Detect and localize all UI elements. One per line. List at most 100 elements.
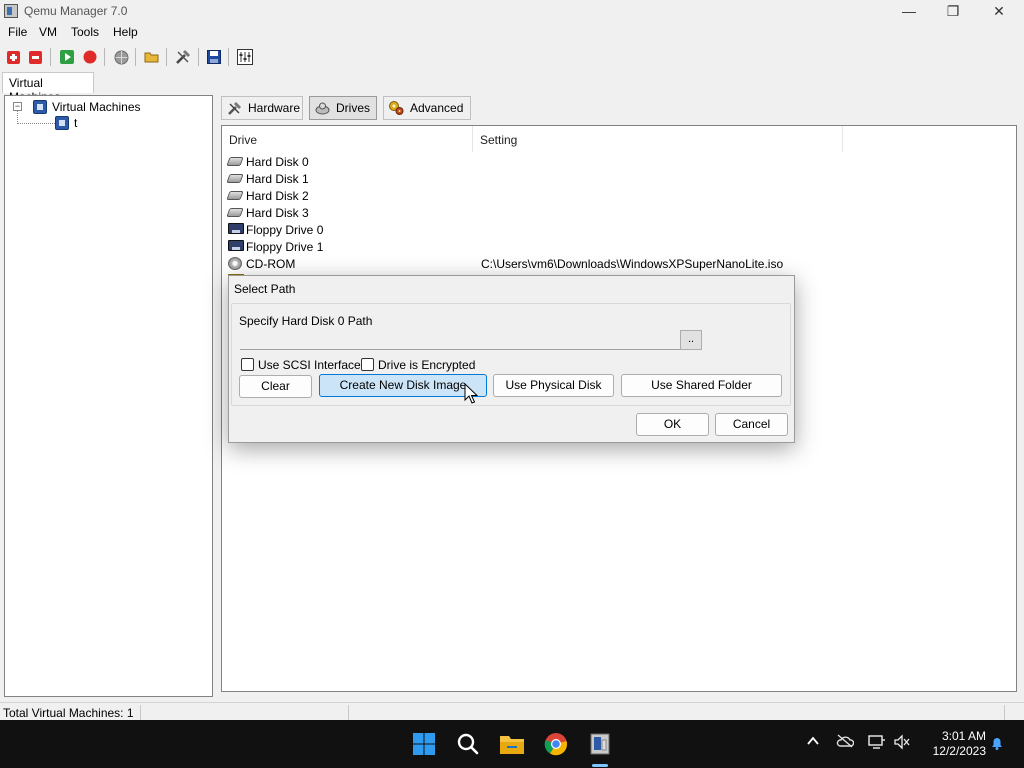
tree-vm-t[interactable]: t — [74, 116, 77, 130]
status-divider — [348, 705, 349, 720]
status-bar: Total Virtual Machines: 1 — [0, 702, 1024, 721]
status-divider — [140, 705, 141, 720]
tab-advanced[interactable]: Advanced — [383, 96, 471, 120]
volume-muted-icon[interactable] — [893, 734, 911, 753]
system-clock[interactable]: 3:01 AM 12/2/2023 — [920, 729, 986, 759]
menu-tools[interactable]: Tools — [71, 25, 99, 39]
add-vm-icon[interactable] — [2, 46, 24, 68]
onedrive-icon[interactable] — [836, 734, 855, 751]
floppy-icon — [228, 223, 244, 234]
chevron-up-icon[interactable] — [806, 734, 820, 751]
drives-icon — [314, 100, 330, 116]
file-explorer-icon[interactable] — [498, 730, 526, 758]
floppy-icon — [228, 240, 244, 251]
tab-drives[interactable]: Drives — [309, 96, 377, 120]
drive-name: Hard Disk 1 — [246, 172, 309, 186]
scsi-checkbox-box[interactable] — [241, 358, 254, 371]
clock-time: 3:01 AM — [941, 729, 986, 743]
window-title: Qemu Manager 7.0 — [24, 4, 128, 18]
qemu-manager-icon[interactable] — [586, 730, 614, 758]
clock-date: 12/2/2023 — [932, 744, 986, 758]
tree-connector — [17, 123, 55, 124]
list-item[interactable]: Hard Disk 1 — [226, 170, 986, 187]
minimize-button[interactable]: — — [886, 0, 932, 22]
list-item[interactable]: Hard Disk 2 — [226, 187, 986, 204]
ok-button[interactable]: OK — [636, 413, 709, 436]
hard-disk-icon — [226, 191, 244, 200]
toolbar-separator — [166, 48, 167, 66]
drive-name: Hard Disk 3 — [246, 206, 309, 220]
encrypted-checkbox-label: Drive is Encrypted — [378, 357, 476, 372]
path-label: Specify Hard Disk 0 Path — [239, 314, 373, 328]
drive-name: Hard Disk 0 — [246, 155, 309, 169]
drive-name: Floppy Drive 1 — [246, 240, 324, 254]
tree-root-label[interactable]: Virtual Machines — [52, 100, 141, 114]
browse-button[interactable]: .. — [680, 330, 702, 350]
drive-name: CD-ROM — [246, 257, 296, 271]
maximize-button[interactable]: ❐ — [930, 0, 976, 22]
notification-bell-icon[interactable] — [989, 735, 1005, 754]
status-text: Total Virtual Machines: 1 — [3, 706, 134, 720]
hard-disk-icon — [226, 174, 244, 183]
tab-hardware-label: Hardware — [248, 101, 301, 115]
toolbar-separator — [228, 48, 229, 66]
toolbar — [0, 44, 1024, 70]
open-folder-icon[interactable] — [141, 46, 163, 68]
menu-file[interactable]: File — [8, 25, 27, 39]
cd-rom-icon — [228, 257, 242, 270]
drive-name: Floppy Drive 0 — [246, 223, 324, 237]
gears-icon — [388, 100, 404, 116]
start-icon[interactable] — [410, 730, 438, 758]
column-header-drive[interactable]: Drive — [222, 126, 473, 152]
active-app-indicator — [592, 764, 608, 767]
close-button[interactable]: ✕ — [976, 0, 1022, 22]
drive-setting: C:\Users\vm6\Downloads\WindowsXPSuperNan… — [481, 257, 784, 271]
list-item[interactable]: Hard Disk 3 — [226, 204, 986, 221]
tab-virtual-machines[interactable]: Virtual Machines — [2, 72, 94, 104]
vm-group-icon — [33, 100, 47, 114]
toolbar-separator — [104, 48, 105, 66]
list-item[interactable]: Hard Disk 0 — [226, 153, 986, 170]
vm-icon — [55, 116, 69, 130]
use-shared-folder-button[interactable]: Use Shared Folder — [621, 374, 782, 397]
network-icon[interactable] — [868, 734, 886, 753]
remove-vm-icon[interactable] — [24, 46, 46, 68]
wrench-icon — [226, 100, 242, 116]
clear-button[interactable]: Clear — [239, 375, 312, 398]
status-divider — [1004, 705, 1005, 720]
menu-vm[interactable]: VM — [39, 25, 57, 39]
settings-icon[interactable] — [234, 46, 256, 68]
list-item[interactable]: Floppy Drive 1 — [226, 238, 986, 255]
toolbar-separator — [50, 48, 51, 66]
column-header-setting[interactable]: Setting — [473, 126, 843, 152]
menu-bar: File VM Tools Help — [0, 22, 1024, 42]
tab-hardware[interactable]: Hardware — [221, 96, 303, 120]
stop-vm-icon[interactable] — [79, 46, 101, 68]
tree-expander[interactable]: − — [13, 102, 22, 111]
taskbar: 3:01 AM 12/2/2023 — [0, 720, 1024, 768]
create-disk-image-button[interactable]: Create New Disk Image — [319, 374, 487, 397]
scsi-checkbox[interactable]: Use SCSI Interface — [241, 357, 361, 372]
tab-advanced-label: Advanced — [410, 101, 464, 115]
hard-disk-icon — [226, 208, 244, 217]
chrome-icon[interactable] — [542, 730, 570, 758]
path-input[interactable] — [240, 330, 680, 350]
scsi-checkbox-label: Use SCSI Interface — [258, 357, 361, 372]
cancel-button[interactable]: Cancel — [715, 413, 788, 436]
encrypted-checkbox-box[interactable] — [361, 358, 374, 371]
save-icon[interactable] — [203, 46, 225, 68]
menu-help[interactable]: Help — [113, 25, 138, 39]
drive-name: Hard Disk 2 — [246, 189, 309, 203]
tools-icon[interactable] — [172, 46, 194, 68]
globe-icon[interactable] — [110, 46, 132, 68]
app-icon — [4, 4, 18, 18]
use-physical-disk-button[interactable]: Use Physical Disk — [493, 374, 614, 397]
start-vm-icon[interactable] — [56, 46, 78, 68]
search-icon[interactable] — [454, 730, 482, 758]
title-bar: Qemu Manager 7.0 — ❐ ✕ — [0, 0, 1024, 22]
list-item[interactable]: Floppy Drive 0 — [226, 221, 986, 238]
list-item[interactable]: CD-ROM C:\Users\vm6\Downloads\WindowsXPS… — [226, 255, 986, 272]
encrypted-checkbox[interactable]: Drive is Encrypted — [361, 357, 475, 372]
mouse-cursor-icon — [464, 383, 478, 404]
toolbar-separator — [135, 48, 136, 66]
